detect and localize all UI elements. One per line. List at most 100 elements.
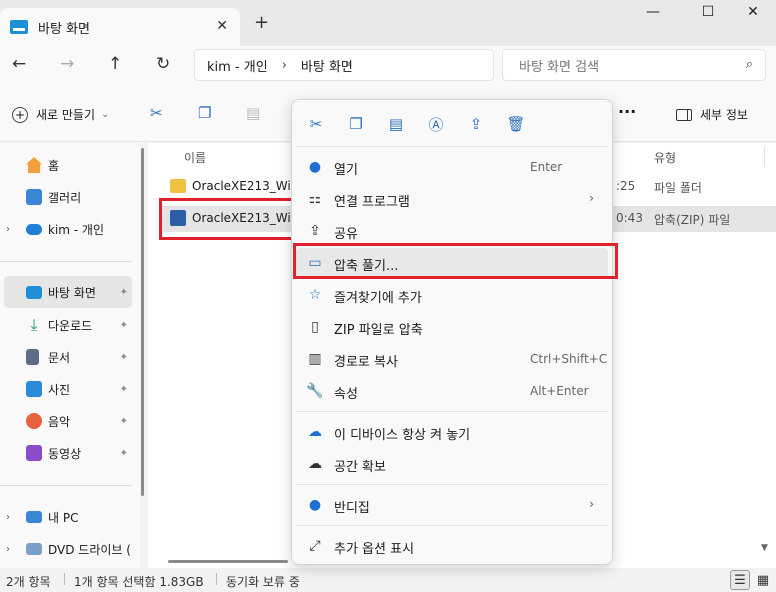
paste-icon[interactable]: ▤ bbox=[384, 113, 408, 135]
refresh-icon[interactable]: ↻ bbox=[156, 54, 170, 74]
breadcrumb-user[interactable]: kim - 개인 bbox=[207, 56, 268, 75]
menu-item-share[interactable]: ⇪ 공유 bbox=[296, 216, 608, 246]
status-divider bbox=[64, 573, 65, 585]
pin-icon: ✦ bbox=[119, 415, 128, 427]
search-icon: ⌕ bbox=[745, 57, 753, 72]
apps-icon: ⚏ bbox=[308, 191, 322, 207]
scroll-down-arrow[interactable]: ▼ bbox=[761, 543, 768, 553]
file-type: 압축(ZIP) 파일 bbox=[654, 213, 731, 227]
search-input[interactable]: 바탕 화면 검색 ⌕ bbox=[502, 49, 766, 81]
menu-item-free-space[interactable]: ☁ 공간 확보 bbox=[296, 449, 608, 479]
desktop-icon bbox=[10, 20, 28, 34]
menu-item-show-more-options[interactable]: ⤢ 추가 옵션 표시 bbox=[296, 531, 608, 561]
menu-item-keep-on-device[interactable]: ☁ 이 디바이스 항상 켜 놓기 bbox=[296, 417, 608, 447]
menu-item-bandizip[interactable]: ● 반디집 › bbox=[296, 490, 608, 520]
share-icon[interactable]: ⇪ bbox=[464, 113, 488, 135]
menu-item-properties[interactable]: 🔧 속성 Alt+Enter bbox=[296, 376, 608, 406]
share-icon: ⇪ bbox=[309, 223, 321, 239]
address-bar[interactable]: kim - 개인 › 바탕 화면 bbox=[194, 49, 494, 81]
up-icon[interactable]: ↑ bbox=[108, 54, 122, 74]
cut-icon[interactable]: ✂ bbox=[150, 104, 163, 122]
menu-item-compress-zip[interactable]: ▯ ZIP 파일로 압축 bbox=[296, 312, 608, 342]
menu-item-add-favorites[interactable]: ☆ 즐겨찾기에 추가 bbox=[296, 280, 608, 310]
context-menu: ✂ ❐ ▤ Ⓐ ⇪ 🗑 ● 열기 Enter ⚏ 연결 프로그램 › ⇪ 공유 … bbox=[291, 99, 613, 565]
download-icon: ⤓ bbox=[30, 315, 38, 334]
paste-icon[interactable]: ▤ bbox=[246, 104, 260, 122]
copy-icon[interactable]: ❐ bbox=[344, 113, 368, 135]
column-divider[interactable] bbox=[764, 147, 765, 167]
sidebar-item-desktop[interactable]: 바탕 화면 ✦ bbox=[4, 276, 132, 308]
pin-icon: ✦ bbox=[119, 351, 128, 363]
sidebar-divider bbox=[0, 261, 132, 262]
documents-icon bbox=[26, 349, 39, 365]
sidebar-item-gallery[interactable]: 갤러리 bbox=[0, 181, 132, 213]
navigation-pane: 홈 갤러리 › kim - 개인 바탕 화면 ✦ ⤓ 다운로드 ✦ 문서 ✦ 사… bbox=[0, 143, 140, 568]
tab-title: 바탕 화면 bbox=[38, 21, 90, 37]
rename-icon[interactable]: Ⓐ bbox=[424, 113, 448, 135]
zip-icon: ▯ bbox=[311, 319, 319, 335]
chevron-right-icon[interactable]: › bbox=[6, 512, 10, 523]
delete-icon[interactable]: 🗑 bbox=[504, 113, 528, 135]
open-icon: ● bbox=[308, 159, 322, 175]
sidebar-scrollbar[interactable] bbox=[141, 148, 144, 496]
pictures-icon bbox=[26, 381, 42, 397]
home-icon bbox=[26, 157, 42, 173]
wrench-icon: 🔧 bbox=[306, 383, 324, 399]
sidebar-item-downloads[interactable]: ⤓ 다운로드 ✦ bbox=[0, 309, 132, 341]
chevron-down-icon: ⌄ bbox=[101, 109, 110, 120]
maximize-button[interactable]: ☐ bbox=[693, 4, 723, 20]
sidebar-divider bbox=[0, 485, 132, 486]
breadcrumb-separator[interactable]: › bbox=[282, 58, 287, 73]
forward-icon[interactable]: → bbox=[60, 54, 74, 74]
more-options-icon[interactable]: ··· bbox=[618, 102, 636, 121]
new-tab-button[interactable]: + bbox=[254, 12, 269, 33]
tab-desktop[interactable]: 바탕 화면 ✕ bbox=[0, 8, 240, 46]
cloud-download-icon: ☁ bbox=[308, 424, 322, 440]
new-button[interactable]: + 새로 만들기 ⌄ bbox=[12, 106, 109, 123]
sidebar-item-dvd[interactable]: › DVD 드라이브 ( bbox=[0, 533, 132, 565]
sidebar-item-videos[interactable]: 동영상 ✦ bbox=[0, 437, 132, 469]
details-pane-icon bbox=[676, 108, 692, 121]
sidebar-item-home[interactable]: 홈 bbox=[0, 149, 132, 181]
copy-icon[interactable]: ❐ bbox=[198, 104, 211, 122]
status-sync: 동기화 보류 중 bbox=[226, 575, 300, 589]
menu-item-copy-path[interactable]: ▥ 경로로 복사 Ctrl+Shift+C bbox=[296, 344, 608, 374]
sidebar-item-music[interactable]: 음악 ✦ bbox=[0, 405, 132, 437]
sidebar-item-onedrive[interactable]: › kim - 개인 bbox=[0, 213, 132, 245]
menu-divider bbox=[296, 484, 608, 485]
column-header-type[interactable]: 유형 bbox=[654, 149, 676, 166]
plus-icon: + bbox=[12, 106, 28, 123]
file-type: 파일 폴더 bbox=[654, 181, 702, 195]
details-label: 세부 정보 bbox=[700, 108, 748, 122]
details-button[interactable]: 세부 정보 bbox=[676, 106, 748, 123]
tab-close-icon[interactable]: ✕ bbox=[216, 18, 228, 34]
music-icon bbox=[26, 413, 42, 429]
file-date: 0:43 bbox=[616, 211, 643, 225]
sidebar-item-pictures[interactable]: 사진 ✦ bbox=[0, 373, 132, 405]
back-icon[interactable]: ← bbox=[12, 54, 26, 74]
column-header-name[interactable]: 이름 bbox=[184, 149, 206, 166]
menu-item-open[interactable]: ● 열기 Enter bbox=[296, 152, 608, 182]
status-item-count: 2개 항목 bbox=[6, 575, 51, 589]
minimize-button[interactable]: — bbox=[638, 4, 668, 20]
chevron-right-icon[interactable]: › bbox=[6, 224, 10, 235]
menu-item-open-with[interactable]: ⚏ 연결 프로그램 › bbox=[296, 184, 608, 214]
pc-icon bbox=[26, 511, 42, 523]
tiles-view-icon[interactable]: ▦ bbox=[753, 570, 773, 590]
close-button[interactable]: ✕ bbox=[738, 4, 768, 20]
sidebar-item-documents[interactable]: 문서 ✦ bbox=[0, 341, 132, 373]
star-icon: ☆ bbox=[308, 287, 322, 303]
status-divider bbox=[216, 573, 217, 585]
desktop-icon bbox=[26, 285, 42, 299]
status-bar: 2개 항목 1개 항목 선택함 1.83GB 동기화 보류 중 ☰ ▦ bbox=[0, 568, 776, 592]
pin-icon: ✦ bbox=[119, 319, 128, 331]
cut-icon[interactable]: ✂ bbox=[304, 113, 328, 135]
breadcrumb-desktop[interactable]: 바탕 화면 bbox=[301, 56, 353, 75]
pin-icon: ✦ bbox=[119, 286, 128, 298]
details-view-icon[interactable]: ☰ bbox=[730, 570, 750, 590]
chevron-right-icon[interactable]: › bbox=[6, 544, 10, 555]
file-name: OracleXE213_Win6 bbox=[192, 179, 306, 193]
cloud-icon: ☁ bbox=[308, 456, 322, 472]
sidebar-item-this-pc[interactable]: › 내 PC bbox=[0, 501, 132, 533]
horizontal-scrollbar[interactable] bbox=[168, 560, 288, 563]
